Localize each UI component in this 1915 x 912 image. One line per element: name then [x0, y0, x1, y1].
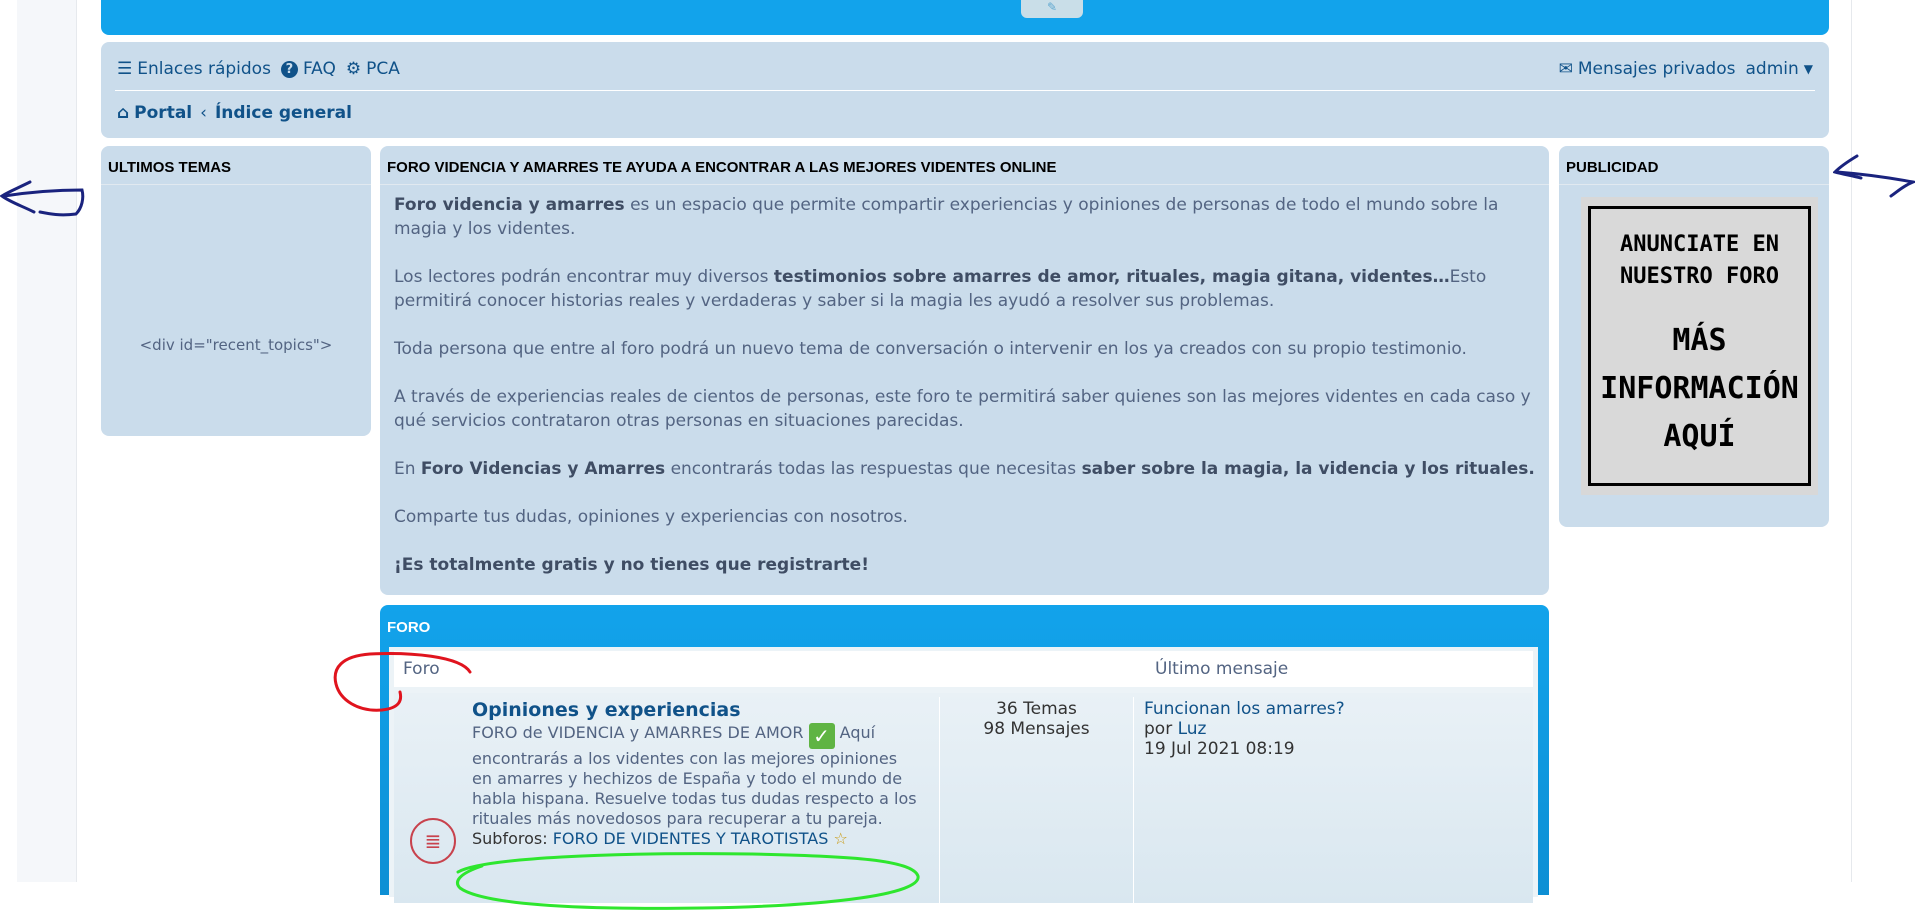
navbar: ☰ Enlaces rápidos ? FAQ ⚙ PCA ✉ Mensajes… [101, 42, 1829, 138]
forum-list-header: Foro Último mensaje [394, 651, 1533, 687]
user-menu[interactable]: admin ▼ [1745, 59, 1813, 79]
last-post-title-link[interactable]: Funcionan los amarres? [1144, 699, 1504, 719]
panel-title: ULTIMOS TEMAS [101, 146, 371, 185]
ad-banner-frame: ANUNCIATE EN NUESTRO FORO MÁS INFORMACIÓ… [1588, 206, 1811, 486]
column-divider [1133, 697, 1134, 907]
advertising-panel: PUBLICIDAD ANUNCIATE EN NUESTRO FORO MÁS… [1559, 146, 1829, 527]
paragraph: Los lectores podrán encontrar muy divers… [394, 267, 1487, 311]
forum-row: ≣ Opiniones y experiencias FORO de VIDEN… [394, 693, 1533, 907]
column-header-last-post: Último mensaje [1155, 659, 1289, 679]
last-post-author-link[interactable]: Luz [1178, 719, 1207, 739]
last-post-date: 19 Jul 2021 08:19 [1144, 739, 1295, 759]
star-icon: ☆ [833, 829, 848, 848]
ad-banner[interactable]: ANUNCIATE EN NUESTRO FORO MÁS INFORMACIÓ… [1581, 197, 1818, 495]
paragraph: En Foro Videncias y Amarres encontrarás … [394, 459, 1535, 479]
hamburger-icon: ☰ [117, 58, 133, 79]
private-messages-link[interactable]: ✉ Mensajes privados [1559, 59, 1736, 79]
welcome-panel: FORO VIDENCIA Y AMARRES TE AYUDA A ENCON… [380, 146, 1549, 595]
forum-title-link[interactable]: Opiniones y experiencias [472, 697, 922, 723]
breadcrumb-index[interactable]: Índice general [215, 103, 352, 123]
forum-list-body: Foro Último mensaje ≣ Opiniones y experi… [389, 647, 1538, 907]
welcome-text: Foro videncia y amarres es un espacio qu… [380, 185, 1549, 577]
recent-topics-placeholder: <div id="recent_topics"> [139, 336, 333, 354]
breadcrumb-portal[interactable]: ⌂ Portal [117, 103, 192, 123]
forum-read-icon: ≣ [410, 818, 456, 864]
subforums: Subforos: FORO DE VIDENTES Y TAROTISTAS … [472, 829, 848, 848]
nav-divider [115, 90, 1815, 91]
forum-stats: 36 Temas 98 Mensajes [983, 699, 1090, 739]
pencil-icon: ✎ [1046, 0, 1058, 14]
check-mark-icon: ✓ [808, 723, 835, 749]
forum-list-title: FORO [387, 619, 431, 636]
paragraph: Comparte tus dudas, opiniones y experien… [394, 507, 908, 527]
quick-links-menu[interactable]: ☰ Enlaces rápidos [117, 59, 271, 79]
nav-links: ☰ Enlaces rápidos ? FAQ ⚙ PCA ✉ Mensajes… [117, 56, 1813, 82]
site-header: ✎ [101, 0, 1829, 35]
faq-link[interactable]: ? FAQ [280, 59, 336, 79]
panel-title: PUBLICIDAD [1559, 146, 1829, 185]
breadcrumb: ⌂ Portal ‹ Índice general [117, 100, 352, 126]
forum-info: Opiniones y experiencias FORO de VIDENCI… [472, 697, 922, 849]
panel-title: FORO VIDENCIA Y AMARRES TE AYUDA A ENCON… [380, 146, 1549, 185]
recent-topics-panel: ULTIMOS TEMAS <div id="recent_topics"> [101, 146, 371, 436]
caret-down-icon: ▼ [1803, 62, 1813, 76]
paragraph: Foro videncia y amarres es un espacio qu… [394, 195, 1499, 239]
home-icon: ⌂ [117, 102, 130, 123]
inbox-icon: ✉ [1558, 58, 1573, 79]
forum-list: FORO Foro Último mensaje ≣ Opiniones y e… [380, 605, 1549, 907]
column-header-forum: Foro [403, 659, 440, 679]
forum-description: FORO de VIDENCIA y AMARRES DE AMOR ✓ Aqu… [472, 723, 917, 828]
paragraph: Toda persona que entre al foro podrá un … [394, 339, 1467, 359]
question-circle-icon: ? [280, 60, 298, 78]
subforum-link[interactable]: FORO DE VIDENTES Y TAROTISTAS [553, 829, 829, 848]
paragraph: A través de experiencias reales de cient… [394, 387, 1531, 431]
gears-icon: ⚙ [345, 58, 362, 79]
acp-link[interactable]: ⚙ PCA [346, 59, 400, 79]
breadcrumb-separator: ‹ [200, 103, 207, 123]
paragraph: ¡Es totalmente gratis y no tienes que re… [394, 555, 869, 575]
last-post: Funcionan los amarres? por Luz 19 Jul 20… [1144, 699, 1504, 759]
edit-header-button[interactable]: ✎ [1021, 0, 1083, 18]
